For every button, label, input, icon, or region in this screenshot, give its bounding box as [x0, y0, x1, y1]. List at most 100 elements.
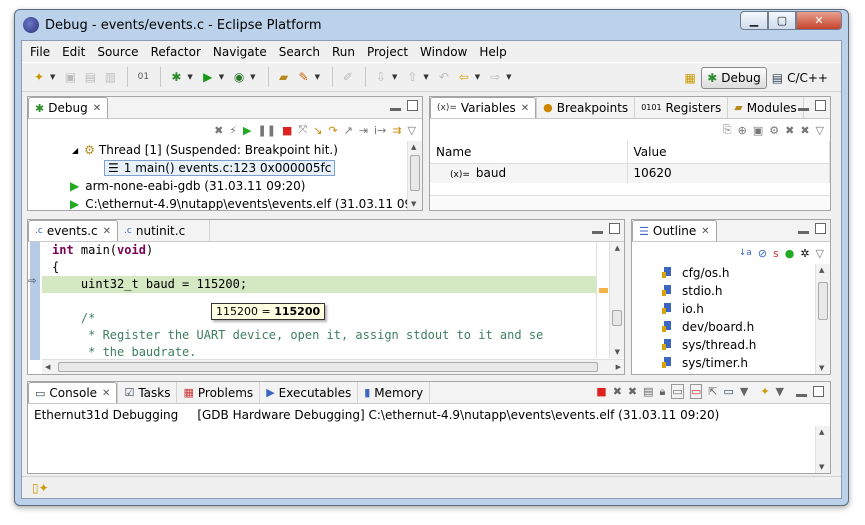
step-into-icon[interactable]: ↘	[313, 124, 322, 137]
save-all-icon[interactable]: ▤	[81, 68, 99, 86]
external-tools-dropdown-icon[interactable]: ▼	[250, 73, 255, 81]
minimize-view-icon[interactable]	[390, 108, 401, 111]
variable-value[interactable]: 10620	[627, 163, 830, 183]
tab-debug[interactable]: ✱ Debug ✕	[28, 97, 109, 118]
show-on-stderr-icon[interactable]: ▭	[689, 384, 703, 399]
prev-annotation-dropdown-icon[interactable]: ▼	[423, 73, 428, 81]
tab-executables[interactable]: ▶ Executables	[260, 382, 359, 403]
code-text[interactable]: int main(void) { uint32_t baud = 115200;…	[42, 242, 608, 358]
scroll-lock-icon[interactable]: 🔒︎	[660, 385, 666, 399]
remove-all-icon[interactable]: ✖	[628, 385, 637, 398]
pen-icon[interactable]: ✐	[339, 68, 357, 86]
save-icon[interactable]: ▣	[61, 68, 79, 86]
display-console-icon[interactable]: ▭	[723, 385, 733, 398]
forward-dropdown-icon[interactable]: ▼	[506, 73, 511, 81]
hide-fields-icon[interactable]: ⊘	[758, 247, 767, 260]
tab-outline[interactable]: ☰ Outline ✕	[632, 220, 717, 241]
menu-file[interactable]: File	[24, 45, 56, 59]
debug-perspective-button[interactable]: ✱ Debug	[701, 67, 767, 89]
editor-vscrollbar[interactable]: ▲ ▼	[596, 242, 624, 358]
terminate-icon[interactable]: ■	[596, 385, 606, 398]
resume-icon[interactable]: ▶	[243, 124, 251, 137]
show-type-names-icon[interactable]: ⎘	[723, 123, 732, 137]
run-icon[interactable]: ▶	[199, 68, 217, 86]
tab-variables[interactable]: (x)= Variables ✕	[430, 97, 537, 118]
run-dropdown-icon[interactable]: ▼	[219, 73, 224, 81]
menu-run[interactable]: Run	[326, 45, 361, 59]
view-menu-icon[interactable]: ▽	[408, 124, 416, 137]
search-dropdown-icon[interactable]: ▼	[315, 73, 320, 81]
tab-events-c[interactable]: .c events.c ✕	[28, 220, 119, 241]
maximize-view-icon[interactable]	[609, 223, 620, 234]
list-item[interactable]: io.h	[632, 300, 815, 318]
tab-problems[interactable]: ▦ Problems	[177, 382, 261, 403]
remove-all-global-icon[interactable]: ✖	[800, 124, 809, 137]
minimize-view-icon[interactable]	[796, 394, 807, 397]
tree-row-gdb[interactable]: ▶ arm-none-eabi-gdb (31.03.11 09:20)	[28, 177, 407, 195]
menu-edit[interactable]: Edit	[56, 45, 91, 59]
binary-icon[interactable]: 01	[134, 68, 152, 86]
editor-hscrollbar[interactable]: ◀ ▶	[42, 359, 624, 374]
maximize-view-icon[interactable]	[813, 386, 824, 397]
editor-ruler[interactable]: ⇨	[28, 242, 42, 360]
step-return-icon[interactable]: ↗	[344, 124, 353, 137]
external-tools-icon[interactable]: ◉	[230, 68, 248, 86]
expand-icon[interactable]: ◢	[72, 146, 78, 155]
minimize-view-icon[interactable]	[798, 231, 809, 234]
menu-help[interactable]: Help	[473, 45, 512, 59]
maximize-view-icon[interactable]	[407, 100, 418, 111]
outline-scrollbar[interactable]: ▲ ▼	[815, 264, 830, 374]
remove-global-icon[interactable]: ✖	[785, 124, 794, 137]
new-icon[interactable]: ✦	[30, 68, 48, 86]
tree-row-elf[interactable]: ▶ C:\ethernut-4.9\nutapp\events\events.e…	[28, 195, 407, 210]
drop-to-frame-icon[interactable]: ⇥	[359, 124, 368, 137]
hide-static-icon[interactable]: s	[773, 247, 779, 260]
tab-nutinit-c[interactable]: .c nutinit.c	[118, 220, 211, 241]
maximize-view-icon[interactable]	[815, 223, 826, 234]
close-button[interactable]: ✕	[796, 11, 842, 30]
new-dropdown-icon[interactable]: ▼	[50, 73, 55, 81]
group-includes-icon[interactable]: ✲	[800, 247, 809, 260]
open-console-icon[interactable]: ✦	[760, 385, 769, 398]
close-icon[interactable]: ✕	[102, 388, 110, 399]
show-logical-structure-icon[interactable]: ⊕	[738, 124, 747, 137]
close-icon[interactable]: ✕	[103, 226, 111, 237]
tab-breakpoints[interactable]: ● Breakpoints	[536, 97, 636, 118]
minimize-view-icon[interactable]	[592, 231, 603, 234]
disconnect-icon[interactable]: ⤧	[298, 123, 307, 137]
column-header-value[interactable]: Value	[627, 141, 830, 164]
search-tool-icon[interactable]: ✎	[295, 68, 313, 86]
close-icon[interactable]: ✕	[701, 226, 709, 237]
open-perspective-icon[interactable]: ▦	[681, 69, 699, 87]
cdt-perspective-button[interactable]: ▤ C/C++	[767, 67, 833, 89]
connect-icon[interactable]: ⚡	[229, 124, 237, 137]
variables-hscrollbar[interactable]	[430, 195, 830, 210]
debug-scrollbar[interactable]: ▲ ▼	[407, 141, 422, 210]
close-icon[interactable]: ✕	[521, 103, 529, 114]
column-header-name[interactable]: Name	[430, 141, 628, 164]
add-global-variables-icon[interactable]: ⚙	[769, 124, 779, 137]
fast-view-icon[interactable]: ▯✦	[32, 481, 49, 495]
console-scrollbar[interactable]: ▲ ▼	[815, 426, 830, 473]
menu-navigate[interactable]: Navigate	[207, 45, 273, 59]
sort-icon[interactable]: ↓a	[739, 248, 752, 258]
menu-refactor[interactable]: Refactor	[145, 45, 207, 59]
debug-icon[interactable]: ✱	[167, 68, 185, 86]
tab-console[interactable]: ▭ Console ✕	[28, 382, 118, 403]
view-menu-icon[interactable]: ▽	[816, 247, 824, 260]
remove-terminated-icon[interactable]: ✖	[214, 124, 223, 137]
tree-row-frame[interactable]: ☰ 1 main() events.c:123 0x000005fc	[28, 159, 407, 177]
debug-dropdown-icon[interactable]: ▼	[187, 73, 192, 81]
remove-launch-icon[interactable]: ✖	[613, 385, 622, 398]
list-item[interactable]: dev/board.h	[632, 318, 815, 336]
minimize-button[interactable]: ▁	[740, 11, 768, 30]
list-item[interactable]: stdio.h	[632, 282, 815, 300]
tree-row-thread[interactable]: ◢ ⚙ Thread [1] (Suspended: Breakpoint hi…	[28, 141, 407, 159]
title-bar[interactable]: Debug - events/events.c - Eclipse Platfo…	[15, 10, 848, 40]
list-item[interactable]: sys/thread.h	[632, 336, 815, 354]
last-edit-icon[interactable]: ↶	[435, 68, 453, 86]
step-over-icon[interactable]: ↷	[328, 124, 337, 137]
print-icon[interactable]: ▥	[101, 68, 119, 86]
overview-marker-icon[interactable]	[599, 288, 608, 293]
tab-tasks[interactable]: ☑ Tasks	[117, 382, 178, 403]
